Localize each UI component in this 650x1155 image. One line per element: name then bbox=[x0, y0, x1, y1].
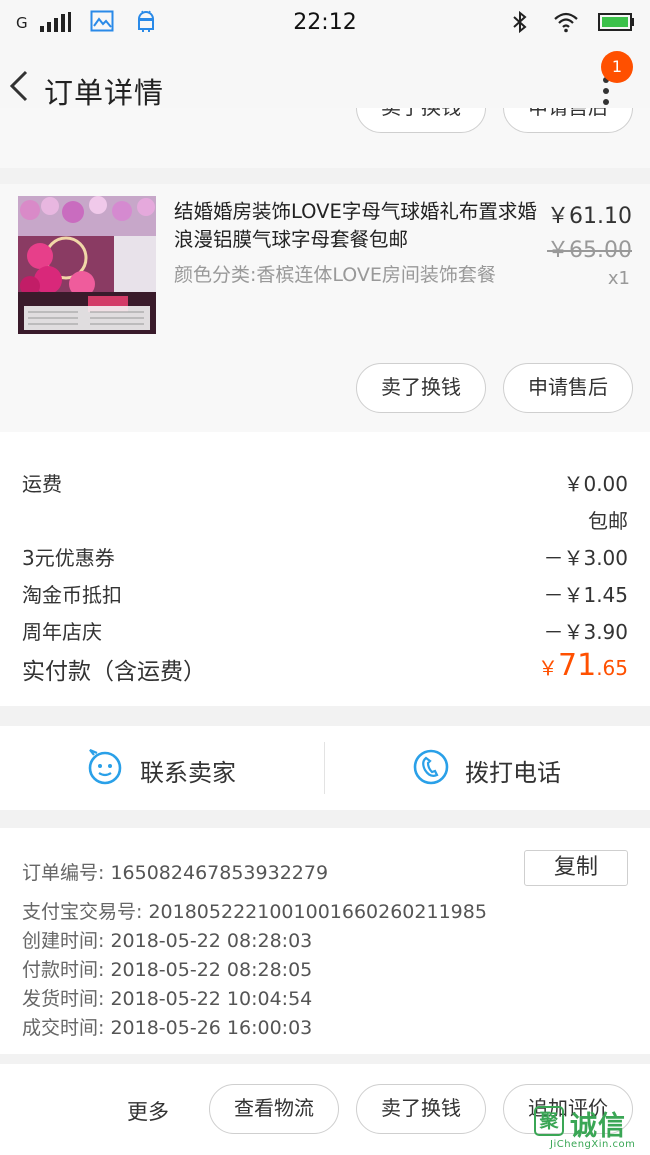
fee-value: 包邮 bbox=[588, 509, 628, 533]
status-bar: G 22:12 bbox=[0, 0, 650, 44]
info-label: 支付宝交易号: bbox=[22, 901, 143, 923]
fee-label: 运费 bbox=[22, 472, 62, 496]
contact-seller-label: 联系卖家 bbox=[140, 759, 236, 787]
fee-value: －￥3.00 bbox=[543, 546, 628, 570]
paid-time: 2018-05-22 08:28:05 bbox=[110, 959, 313, 981]
contact-seller-button[interactable]: 联系卖家 bbox=[0, 726, 325, 810]
order-number: 165082467853932279 bbox=[110, 862, 329, 884]
wifi-icon bbox=[554, 12, 578, 33]
created-time: 2018-05-22 08:28:03 bbox=[110, 930, 313, 952]
sell-button-previous[interactable]: 卖了换钱 bbox=[356, 108, 486, 133]
watermark-url: JiChengXin.com bbox=[550, 1139, 636, 1150]
previous-item-card: 卖了换钱 申请售后 bbox=[0, 108, 650, 168]
completed-time: 2018-05-26 16:00:03 bbox=[110, 1017, 313, 1039]
info-label: 发货时间: bbox=[22, 988, 105, 1010]
product-quantity: x1 bbox=[607, 268, 630, 289]
completed-time-row: 成交时间: 2018-05-26 16:00:03 bbox=[22, 1013, 312, 1040]
sell-button[interactable]: 卖了换钱 bbox=[356, 363, 486, 413]
battery-icon bbox=[598, 13, 634, 31]
copy-button[interactable]: 复制 bbox=[524, 850, 628, 886]
shipped-time: 2018-05-22 10:04:54 bbox=[110, 988, 313, 1010]
more-button[interactable]: 更多 bbox=[127, 1096, 169, 1126]
back-arrow-icon[interactable] bbox=[6, 66, 34, 106]
phone-icon bbox=[413, 749, 449, 785]
product-card[interactable]: 结婚婚房装饰LOVE字母气球婚礼布置求婚浪漫铝膜气球字母套餐包邮 颜色分类:香槟… bbox=[0, 184, 650, 432]
paid-amount: ￥71.65 bbox=[538, 648, 628, 683]
product-thumbnail[interactable] bbox=[18, 196, 156, 334]
call-phone-label: 拨打电话 bbox=[465, 759, 561, 787]
paid-integer: 71 bbox=[558, 648, 597, 683]
fee-value: ￥0.00 bbox=[563, 472, 628, 496]
fee-summary: 运费 ￥0.00 包邮 3元优惠券 －￥3.00 淘金币抵扣 －￥1.45 周年… bbox=[0, 432, 650, 706]
chat-face-icon bbox=[88, 748, 122, 785]
created-time-row: 创建时间: 2018-05-22 08:28:03 bbox=[22, 926, 312, 953]
sell-button-bottom[interactable]: 卖了换钱 bbox=[356, 1084, 486, 1134]
watermark-logo: 聚 诚信 JiChengXin.com bbox=[532, 1104, 650, 1155]
order-number-row: 订单编号: 165082467853932279 bbox=[22, 858, 328, 885]
page-title: 订单详情 bbox=[44, 76, 165, 110]
contact-bar: 联系卖家 拨打电话 bbox=[0, 726, 650, 810]
paid-currency: ￥ bbox=[538, 656, 558, 680]
watermark-badge: 聚 bbox=[534, 1106, 564, 1136]
product-original-price: ￥65.00 bbox=[547, 238, 632, 263]
info-label: 付款时间: bbox=[22, 959, 105, 981]
order-info: 订单编号: 165082467853932279 复制 支付宝交易号: 2018… bbox=[0, 828, 650, 1054]
paid-time-row: 付款时间: 2018-05-22 08:28:05 bbox=[22, 955, 312, 982]
shipped-time-row: 发货时间: 2018-05-22 10:04:54 bbox=[22, 984, 312, 1011]
info-label: 订单编号: bbox=[22, 862, 105, 884]
aftersale-button-previous[interactable]: 申请售后 bbox=[503, 108, 633, 133]
view-logistics-button[interactable]: 查看物流 bbox=[209, 1084, 339, 1134]
call-phone-button[interactable]: 拨打电话 bbox=[325, 726, 650, 810]
paid-decimal: .65 bbox=[596, 656, 628, 680]
notification-badge: 1 bbox=[601, 51, 633, 83]
bluetooth-icon bbox=[513, 10, 527, 34]
fee-label: 3元优惠券 bbox=[22, 546, 115, 570]
product-price: ￥61.10 bbox=[547, 204, 632, 229]
info-label: 创建时间: bbox=[22, 930, 105, 952]
product-title[interactable]: 结婚婚房装饰LOVE字母气球婚礼布置求婚浪漫铝膜气球字母套餐包邮 bbox=[174, 198, 544, 254]
aftersale-button[interactable]: 申请售后 bbox=[503, 363, 633, 413]
product-sku: 颜色分类:香槟连体LOVE房间装饰套餐 bbox=[174, 264, 496, 286]
alipay-number: 2018052221001001660260211985 bbox=[148, 901, 487, 923]
alipay-number-row: 支付宝交易号: 2018052221001001660260211985 bbox=[22, 897, 487, 924]
fee-label: 周年店庆 bbox=[22, 620, 102, 644]
watermark-text: 诚信 bbox=[570, 1111, 626, 1142]
paid-amount-label: 实付款（含运费） bbox=[22, 659, 206, 685]
fee-value: －￥1.45 bbox=[543, 583, 628, 607]
fee-value: －￥3.90 bbox=[543, 620, 628, 644]
info-label: 成交时间: bbox=[22, 1017, 105, 1039]
fee-label: 淘金币抵扣 bbox=[22, 583, 122, 607]
